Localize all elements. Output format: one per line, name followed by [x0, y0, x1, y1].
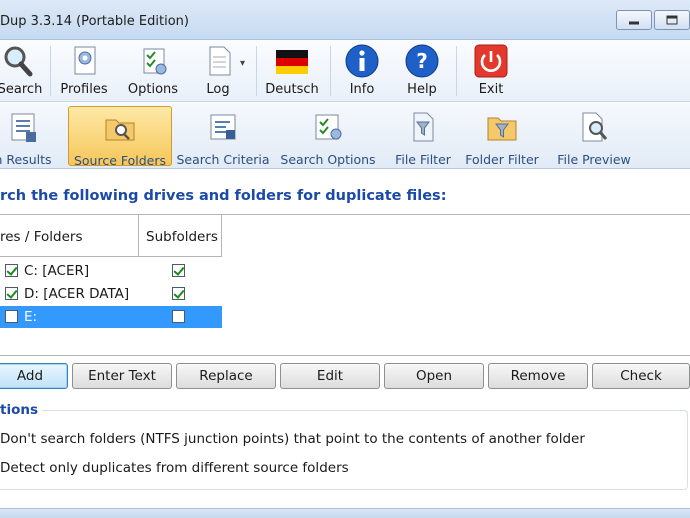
log-button[interactable]: Log — [198, 44, 238, 100]
magnifier-icon — [3, 44, 37, 78]
profiles-icon — [67, 44, 101, 78]
folder-name: E: — [24, 309, 38, 325]
search-options-icon — [311, 110, 345, 144]
file-preview-icon — [577, 110, 611, 144]
minimize-icon — [629, 21, 639, 25]
svg-text:?: ? — [416, 49, 428, 73]
options-button[interactable]: Options — [124, 44, 182, 100]
check-button[interactable]: Check — [592, 363, 690, 389]
exit-icon — [474, 44, 508, 78]
window-title: Dup 3.3.14 (Portable Edition) — [0, 14, 189, 29]
tab-file-preview[interactable]: File Preview — [554, 106, 634, 167]
german-flag-icon — [275, 44, 309, 78]
info-button[interactable]: Info — [340, 44, 384, 100]
source-folders-icon — [103, 111, 137, 145]
deutsch-button[interactable]: Deutsch — [264, 44, 320, 100]
help-icon: ? — [405, 44, 439, 78]
toolbar-separator — [50, 46, 51, 96]
section-heading: rch the following drives and folders for… — [0, 188, 447, 204]
subfolders-checkbox[interactable] — [172, 287, 185, 300]
open-button[interactable]: Open — [384, 363, 484, 389]
list-item[interactable]: E: — [0, 306, 222, 328]
toolbar-separator — [330, 46, 331, 96]
remove-button[interactable]: Remove — [488, 363, 588, 389]
tab-source-folders[interactable]: Source Folders — [68, 106, 172, 168]
maximize-button[interactable] — [654, 10, 690, 30]
include-checkbox[interactable] — [5, 310, 18, 323]
edit-button[interactable]: Edit — [280, 363, 380, 389]
toolbar-separator — [256, 46, 257, 96]
list-item[interactable]: C: [ACER] — [0, 260, 222, 282]
profiles-button[interactable]: Profiles — [56, 44, 112, 100]
column-header-folders[interactable]: res / Folders — [0, 215, 139, 257]
toolbar-separator — [456, 46, 457, 96]
column-header-subfolders[interactable]: Subfolders — [139, 215, 222, 257]
folder-name: D: [ACER DATA] — [24, 286, 130, 302]
option-different-source-folders[interactable]: Detect only duplicates from different so… — [0, 460, 349, 476]
subfolders-checkbox[interactable] — [172, 264, 185, 277]
include-checkbox[interactable] — [5, 287, 18, 300]
window-controls — [614, 10, 690, 30]
folder-list[interactable]: res / Folders Subfolders C: [ACER] D: [A… — [0, 214, 690, 356]
replace-button[interactable]: Replace — [176, 363, 276, 389]
list-item[interactable]: D: [ACER DATA] — [0, 283, 222, 305]
exit-button[interactable]: Exit — [470, 44, 512, 100]
options-icon — [136, 44, 170, 78]
help-button[interactable]: ? Help — [400, 44, 444, 100]
option-no-junction-points[interactable]: Don't search folders (NTFS junction poin… — [0, 431, 585, 447]
enter-text-button[interactable]: Enter Text — [72, 363, 172, 389]
options-group-title: tions — [0, 402, 43, 418]
main-toolbar: Search Profiles Options Log ▾ Deutsch In… — [0, 40, 690, 102]
tab-file-filter[interactable]: File Filter — [392, 106, 454, 167]
tab-search-criteria[interactable]: Search Criteria — [176, 106, 270, 167]
info-icon — [345, 44, 379, 78]
list-buttons: Add Enter Text Replace Edit Open Remove … — [0, 363, 690, 389]
tab-search-options[interactable]: Search Options — [278, 106, 378, 167]
window-bottom-edge — [0, 508, 690, 518]
log-icon — [201, 44, 235, 78]
log-dropdown-arrow-icon[interactable]: ▾ — [240, 58, 245, 69]
results-icon — [6, 110, 40, 144]
folder-name: C: [ACER] — [24, 263, 90, 279]
subfolders-checkbox[interactable] — [172, 310, 185, 323]
maximize-icon — [666, 15, 678, 25]
tab-folder-filter[interactable]: Folder Filter — [462, 106, 542, 167]
file-filter-icon — [406, 110, 440, 144]
tab-search-results[interactable]: h Results — [0, 106, 60, 167]
title-bar: Dup 3.3.14 (Portable Edition) — [0, 0, 690, 40]
search-button[interactable]: Search — [0, 44, 44, 100]
options-group — [0, 410, 688, 490]
folder-filter-icon — [485, 110, 519, 144]
view-toolbar: h Results Source Folders Search Criteria… — [0, 103, 690, 169]
minimize-button[interactable] — [616, 10, 652, 30]
include-checkbox[interactable] — [5, 264, 18, 277]
search-criteria-icon — [206, 110, 240, 144]
add-button[interactable]: Add — [0, 363, 68, 389]
